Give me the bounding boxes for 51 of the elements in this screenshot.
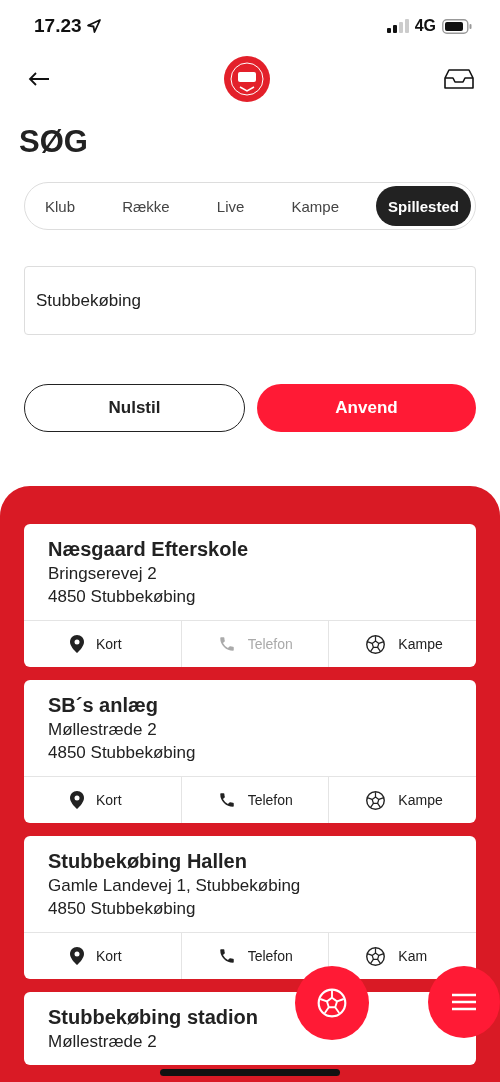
- phone-icon: [217, 791, 236, 809]
- venue-address: 4850 Stubbekøbing: [48, 742, 197, 764]
- venue-name: Næsgaard Efterskole: [48, 537, 250, 562]
- action-button[interactable]: Telefon: [217, 777, 293, 823]
- action-button[interactable]: Kort: [70, 777, 122, 823]
- page-title: SØG: [19, 124, 89, 160]
- battery-icon: [442, 18, 472, 34]
- soccer-ball-icon: [365, 945, 387, 967]
- crest-logo-icon: [223, 55, 271, 103]
- tray-icon: [444, 69, 474, 89]
- action-button[interactable]: Kam: [365, 933, 428, 979]
- map-pin-icon: [70, 947, 84, 965]
- signal-icon: [386, 19, 409, 33]
- action-button[interactable]: Telefon: [217, 933, 293, 979]
- tab[interactable]: Række: [112, 186, 180, 226]
- tab[interactable]: Spillested: [376, 186, 471, 226]
- venue-name: Stubbekøbing stadion: [48, 1005, 259, 1030]
- venue-card[interactable]: Stubbekøbing Hallen Gamle Landevej 1, Stubbekøbing 4850 Stubbekøbing Kort Telefon Kam: [24, 836, 476, 979]
- venue-address: Møllestræde 2: [48, 1031, 158, 1053]
- soccer-ball-icon: [316, 987, 348, 1019]
- action-button[interactable]: Kort: [70, 933, 122, 979]
- tab[interactable]: Klub: [35, 186, 86, 226]
- venue-address: 4850 Stubbekøbing: [48, 586, 197, 608]
- menu-icon: [451, 993, 477, 1011]
- phone-icon: [217, 635, 236, 653]
- network-label: 4G: [414, 17, 436, 35]
- venue-address: Gamle Landevej 1, Stubbekøbing: [48, 875, 302, 897]
- venue-name: SB´s anlæg: [48, 693, 160, 718]
- back-button[interactable]: [26, 70, 52, 88]
- map-pin-icon: [70, 791, 84, 809]
- action-button[interactable]: Kampe: [365, 777, 443, 823]
- apply-button[interactable]: Anvend: [257, 384, 476, 432]
- search-field[interactable]: Stubbekøbing: [24, 266, 476, 335]
- soccer-ball-icon: [365, 789, 387, 811]
- venue-address: Bringserevej 2: [48, 563, 158, 585]
- action-button[interactable]: Kampe: [365, 621, 443, 667]
- inbox-button[interactable]: [442, 67, 476, 91]
- status-time: 17.23: [34, 15, 82, 37]
- back-arrow-icon: [28, 72, 50, 86]
- phone-icon: [217, 947, 236, 965]
- venue-address: Møllestræde 2: [48, 719, 158, 741]
- reset-button[interactable]: Nulstil: [24, 384, 245, 432]
- soccer-ball-icon: [365, 633, 387, 655]
- venue-address: 4850 Stubbekøbing: [48, 898, 197, 920]
- map-pin-icon: [70, 635, 84, 653]
- tab[interactable]: Kampe: [281, 186, 349, 226]
- venue-name: Stubbekøbing Hallen: [48, 849, 248, 874]
- location-arrow-icon: [85, 18, 102, 34]
- venue-card[interactable]: SB´s anlæg Møllestræde 2 4850 Stubbekøbing Kort Telefon Kampe: [24, 680, 476, 823]
- tab[interactable]: Live: [206, 186, 255, 226]
- action-button[interactable]: Kort: [70, 621, 122, 667]
